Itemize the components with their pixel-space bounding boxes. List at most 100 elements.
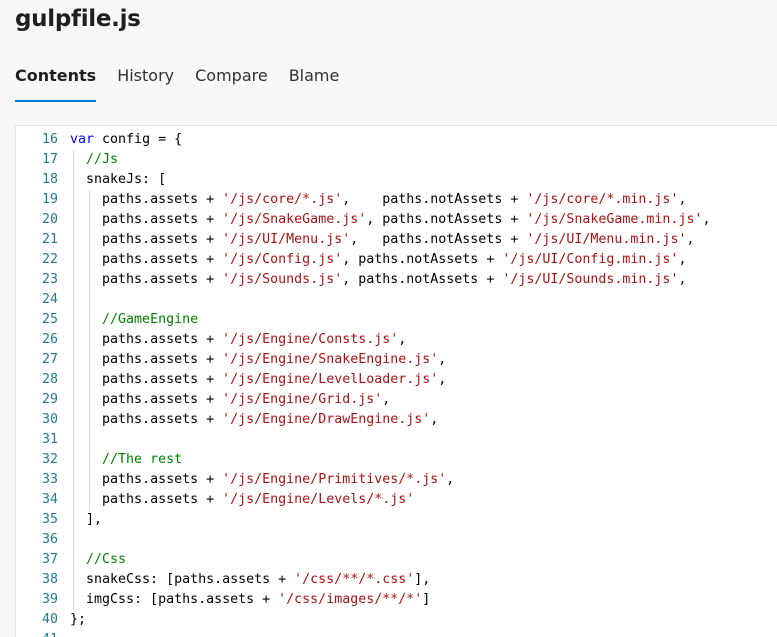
code-token: paths.assets + <box>102 252 223 267</box>
code-token: , <box>678 272 687 287</box>
string-token: '/js/SnakeGame.js' <box>222 212 367 227</box>
code-line: 16 var config = { <box>16 130 710 150</box>
code-token: paths.assets + <box>102 352 223 367</box>
line-text: paths.assets + '/js/Config.js', paths.no… <box>70 250 686 270</box>
line-text: paths.assets + '/js/Engine/DrawEngine.js… <box>70 410 438 430</box>
indent-guide <box>73 430 74 450</box>
indent-guide <box>89 310 91 330</box>
code-line: 22 paths.assets + '/js/Config.js', paths… <box>16 250 710 270</box>
indent-guide <box>73 410 74 430</box>
code-token: , <box>678 192 687 207</box>
line-text: //GameEngine <box>70 310 198 330</box>
code-token: paths.assets + <box>102 232 223 247</box>
line-text: //Css <box>70 550 126 570</box>
line-text <box>70 430 102 450</box>
indent-guide <box>89 230 91 250</box>
code-token: , <box>702 212 711 227</box>
indent-guide <box>89 410 91 430</box>
line-number: 29 <box>41 392 58 407</box>
code-line: 40}; <box>16 610 710 630</box>
code-token: snakeJs: [ <box>86 172 167 187</box>
indent-guide <box>73 490 74 510</box>
indent-guide <box>89 270 91 290</box>
string-token: '/js/core/*.js' <box>222 192 343 207</box>
indent-guide <box>73 330 74 350</box>
code-token: , paths.notAssets + <box>366 212 527 227</box>
line-text: paths.assets + '/js/Engine/Levels/*.js' <box>70 490 414 510</box>
indent-guide <box>73 370 74 390</box>
line-number: 21 <box>41 232 58 247</box>
string-token: '/js/Engine/Primitives/*.js' <box>222 472 447 487</box>
code-token: paths.assets + <box>102 472 223 487</box>
string-token: '/js/Config.js' <box>222 252 343 267</box>
line-number: 34 <box>41 492 58 507</box>
indent-guide <box>89 250 91 270</box>
indent-guide <box>73 170 74 190</box>
indent-guide <box>73 550 74 570</box>
code-token: paths.assets + <box>102 392 223 407</box>
code-token: , paths.notAssets + <box>350 232 527 247</box>
indent-guide <box>73 270 74 290</box>
code-token: paths.assets + <box>102 372 223 387</box>
line-text: //Js <box>70 150 118 170</box>
code-token: paths.assets + <box>102 212 223 227</box>
string-token: '/js/UI/Menu.min.js' <box>526 232 687 247</box>
tab-contents[interactable]: Contents <box>15 66 97 102</box>
string-token: '/js/UI/Menu.js' <box>222 232 351 247</box>
line-number: 28 <box>41 372 58 387</box>
code-token: , <box>438 352 447 367</box>
indent-guide <box>73 570 74 590</box>
indent-guide <box>73 530 74 550</box>
code-line: 36 <box>16 530 710 550</box>
indent-guide <box>89 330 91 350</box>
line-text <box>70 290 102 310</box>
string-token: '/js/UI/Config.min.js' <box>502 252 679 267</box>
code-editor[interactable]: 16 var config = {17 //Js 18 snakeJs: [19 p… <box>15 125 777 637</box>
indent-guide <box>89 430 91 450</box>
line-text: snakeCss: [paths.assets + '/css/**/*.css… <box>70 570 430 590</box>
tab-compare[interactable]: Compare <box>195 66 268 100</box>
code-token: , paths.notAssets + <box>342 252 503 267</box>
line-number: 18 <box>41 172 58 187</box>
code-line: 34 paths.assets + '/js/Engine/Levels/*.j… <box>16 490 710 510</box>
tab-history[interactable]: History <box>117 66 174 100</box>
code-token: , <box>678 252 687 267</box>
code-line: 38 snakeCss: [paths.assets + '/css/**/*.… <box>16 570 710 590</box>
indent-guide <box>89 370 91 390</box>
line-text: snakeJs: [ <box>70 170 166 190</box>
indent-guide <box>89 470 91 490</box>
tab-blame[interactable]: Blame <box>289 66 340 100</box>
line-text: paths.assets + '/js/UI/Menu.js', paths.n… <box>70 230 694 250</box>
indent-guide <box>89 290 91 310</box>
line-text: ], <box>70 510 102 530</box>
code-line: 39 imgCss: [paths.assets + '/css/images/… <box>16 590 710 610</box>
line-text: var config = { <box>70 130 182 150</box>
code-token: ] <box>422 592 431 607</box>
code-token: , paths.notAssets + <box>342 192 527 207</box>
code-line: 28 paths.assets + '/js/Engine/LevelLoade… <box>16 370 710 390</box>
code-token: config = { <box>94 132 183 147</box>
code-token: , <box>686 232 695 247</box>
code-token: snakeCss: [paths.assets + <box>86 572 295 587</box>
line-text: paths.assets + '/js/core/*.js', paths.no… <box>70 190 686 210</box>
line-number: 27 <box>41 352 58 367</box>
code-token: , <box>446 472 455 487</box>
comment-token: //The rest <box>102 452 183 467</box>
line-number: 40 <box>41 612 58 627</box>
code-token: , <box>438 372 447 387</box>
code-token: paths.assets + <box>102 192 223 207</box>
indent-guide <box>73 510 74 530</box>
code-line: 25 //GameEngine <box>16 310 710 330</box>
line-text: paths.assets + '/js/Engine/Grid.js', <box>70 390 390 410</box>
indent-guide <box>73 250 74 270</box>
line-text: paths.assets + '/js/Engine/SnakeEngine.j… <box>70 350 446 370</box>
string-token: '/js/SnakeGame.min.js' <box>526 212 703 227</box>
comment-token: //GameEngine <box>102 312 199 327</box>
code-token: , <box>398 332 407 347</box>
line-number: 16 <box>41 132 58 147</box>
indent-guide <box>73 310 74 330</box>
line-text: paths.assets + '/js/SnakeGame.js', paths… <box>70 210 710 230</box>
line-number: 26 <box>41 332 58 347</box>
indent-guide <box>73 350 74 370</box>
string-token: '/js/Engine/Grid.js' <box>222 392 383 407</box>
